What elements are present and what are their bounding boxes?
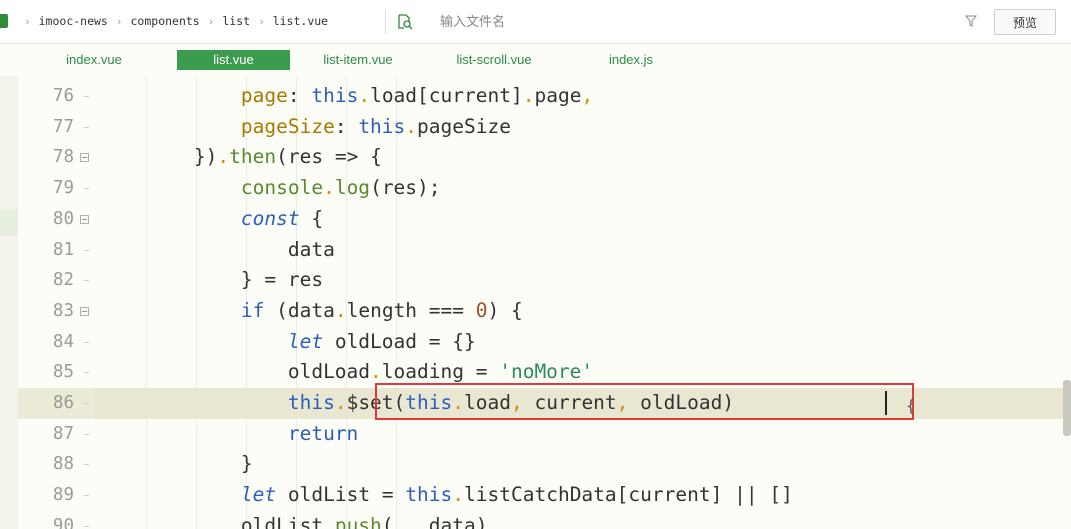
fold-toggle-icon[interactable] (80, 214, 89, 224)
fold-guide-tick (84, 126, 89, 128)
code-line[interactable]: 87 return (18, 419, 1071, 450)
line-number: 86 (52, 393, 74, 413)
code-line[interactable]: 76 page: this.load[current].page, (18, 81, 1071, 112)
filter-icon[interactable] (965, 15, 977, 27)
code-line[interactable]: 88 } (18, 449, 1071, 480)
code-line[interactable]: 84 let oldLoad = {} (18, 327, 1071, 358)
code-line[interactable]: 78 }).then(res => { (18, 142, 1071, 173)
line-number: 84 (52, 331, 74, 352)
breadcrumb-item[interactable]: list.vue (273, 14, 328, 28)
line-number: 89 (52, 485, 74, 506)
file-search-input[interactable] (440, 12, 970, 32)
line-number: 76 (52, 86, 74, 106)
fold-guide-tick (84, 372, 89, 374)
fold-guide-tick (84, 249, 89, 251)
line-number: 81 (52, 239, 74, 260)
fold-toggle-icon[interactable] (80, 153, 89, 163)
fold-guide-tick (84, 464, 89, 466)
preview-button[interactable]: 预览 (994, 9, 1056, 35)
tab-list-vue[interactable]: list.vue (177, 50, 290, 70)
scrollbar-thumb[interactable] (1063, 380, 1071, 436)
breadcrumb-item[interactable]: imooc-news (39, 14, 108, 28)
file-search-icon[interactable] (397, 14, 413, 30)
code-text: }).then(res => { (193, 145, 382, 169)
code-text: page: this.load[current].page, (240, 84, 594, 107)
code-text: oldList.push(...data) (240, 513, 488, 529)
line-number: 82 (52, 270, 74, 291)
code-text: oldLoad.loading = 'noMore' (287, 360, 594, 384)
line-number: 87 (52, 423, 74, 444)
fold-guide-tick (84, 96, 89, 97)
fold-guide-tick (84, 280, 89, 282)
line-number: 80 (52, 208, 74, 229)
code-text: let oldLoad = {} (287, 329, 476, 353)
code-line[interactable]: 77 pageSize: this.pageSize (18, 112, 1071, 143)
code-editor[interactable]: 76 page: this.load[current].page, 77 page… (18, 76, 1071, 529)
fold-guide-tick (84, 188, 89, 190)
line-number: 83 (52, 300, 74, 321)
code-line[interactable]: 79 console.log(res); (18, 173, 1071, 204)
code-line[interactable]: 82 } = res (18, 265, 1071, 296)
code-text: if (data.length === 0) { (240, 298, 523, 322)
cursor-bracket-hint: { (906, 396, 916, 415)
code-line[interactable]: 83 if (data.length === 0) { (18, 296, 1071, 327)
project-icon (0, 14, 8, 28)
toolbar-divider (385, 10, 386, 34)
code-text: pageSize: this.pageSize (240, 114, 511, 138)
code-line[interactable]: 90 oldList.push(...data) (18, 511, 1071, 529)
code-text: console.log(res); (240, 176, 441, 200)
line-number: 79 (52, 178, 74, 199)
chevron-right-icon: › (115, 14, 123, 28)
code-line[interactable]: 80 const { (18, 204, 1071, 235)
fold-guide-tick (84, 495, 89, 497)
code-line[interactable]: 89 let oldList = this.listCatchData[curr… (18, 480, 1071, 511)
chevron-right-icon: › (207, 14, 215, 28)
fold-guide-tick (84, 341, 89, 343)
line-number: 85 (52, 362, 74, 383)
fold-toggle-icon[interactable] (80, 306, 89, 316)
code-line[interactable]: 81 data (18, 235, 1071, 266)
code-text: this.$set(this.load, current, oldLoad) (287, 391, 735, 414)
editor-tabs: index.vue list.vue list-item.vue list-sc… (0, 44, 1071, 76)
code-text: } (240, 452, 253, 476)
line-number: 77 (52, 116, 74, 137)
fold-guide-tick (84, 433, 89, 435)
breadcrumb-item[interactable]: list (222, 14, 250, 28)
breadcrumb-item[interactable]: components (131, 14, 200, 28)
tab-list-item-vue[interactable]: list-item.vue (310, 50, 406, 70)
fold-guide-tick (84, 525, 89, 527)
line-number: 88 (52, 454, 74, 475)
text-cursor (885, 391, 887, 415)
chevron-right-icon: › (258, 14, 265, 28)
breadcrumb: › imooc-news › components › list › list.… (0, 11, 328, 31)
code-text: const { (240, 206, 324, 230)
code-line[interactable]: 85 oldLoad.loading = 'noMore' (18, 357, 1071, 388)
toolbar: › imooc-news › components › list › list.… (0, 0, 1071, 44)
code-text: let oldList = this.listCatchData[current… (240, 483, 793, 507)
tab-index-js[interactable]: index.js (596, 50, 666, 70)
side-panel-edge (0, 76, 18, 529)
tab-list-scroll-vue[interactable]: list-scroll.vue (444, 50, 544, 70)
line-number: 90 (52, 515, 74, 529)
fold-guide-tick (84, 403, 89, 404)
code-text: } = res (240, 268, 324, 292)
code-text: data (287, 237, 335, 261)
code-text: return (287, 421, 359, 445)
line-number: 78 (52, 147, 74, 168)
chevron-right-icon: › (24, 14, 31, 28)
tab-index-vue[interactable]: index.vue (52, 50, 136, 70)
